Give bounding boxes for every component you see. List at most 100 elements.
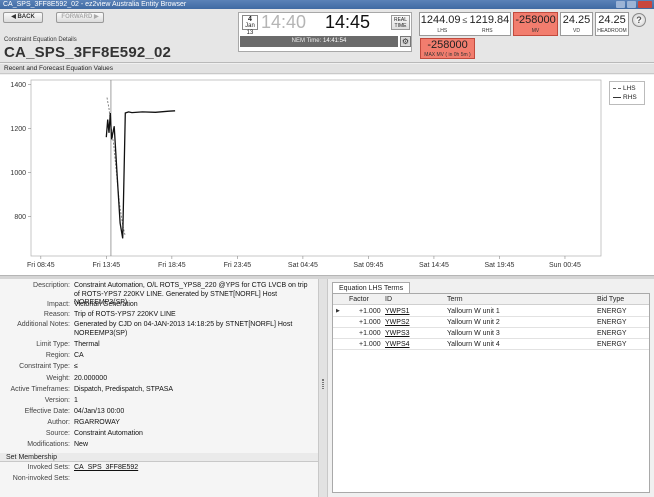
detail-value: CA xyxy=(74,352,84,359)
y-tick-label: 1400 xyxy=(10,82,26,89)
x-tick-label: Fri 08:45 xyxy=(27,262,55,269)
column-header-term[interactable]: Term xyxy=(447,294,463,305)
detail-label: Limit Type: xyxy=(36,341,70,348)
real-time-button[interactable]: REAL TIME xyxy=(391,15,410,30)
cell-bid-type: ENERGY xyxy=(597,319,627,326)
x-tick-label: Fri 13:45 xyxy=(93,262,121,269)
detail-row-description: Description: Constraint Automation, O/L … xyxy=(0,282,318,306)
y-tick-label: 1200 xyxy=(10,126,26,133)
vd-label: VD xyxy=(573,28,580,34)
cell-factor: +1.000 xyxy=(359,330,381,337)
detail-label: Invoked Sets: xyxy=(27,464,70,471)
x-tick-label: Sat 14:45 xyxy=(419,262,449,269)
x-tick-label: Fri 23:45 xyxy=(224,262,252,269)
legend-item-rhs: RHS xyxy=(613,93,641,102)
cell-id-link[interactable]: YWPS1 xyxy=(385,306,410,317)
table-row[interactable]: +1.000 YWPS3 Yallourn W unit 3 ENERGY xyxy=(333,328,649,339)
real-time-label-2: TIME xyxy=(394,23,407,29)
column-header-factor[interactable]: Factor xyxy=(349,294,369,305)
x-tick-label: Sat 09:45 xyxy=(353,262,383,269)
top-toolbar: ◀ BACK FORWARD ▶ Constraint Equation Det… xyxy=(0,9,654,63)
detail-label: Effective Date: xyxy=(24,408,70,415)
forward-button[interactable]: FORWARD ▶ xyxy=(56,12,104,23)
detail-label: Region: xyxy=(45,352,70,359)
back-button[interactable]: ◀ BACK xyxy=(3,12,43,23)
table-row[interactable]: +1.000 YWPS2 Yallourn W unit 2 ENERGY xyxy=(333,317,649,328)
cell-term: Yallourn W unit 2 xyxy=(447,319,500,326)
headroom-label: HEADROOM xyxy=(597,28,627,34)
detail-label: Source: xyxy=(45,430,70,437)
table-row[interactable]: +1.000 YWPS4 Yallourn W unit 4 ENERGY xyxy=(333,339,649,350)
invoked-set-link[interactable]: CA_SPS_3FF8E592 xyxy=(74,464,314,473)
detail-value: 04/Jan/13 00:00 xyxy=(74,408,125,415)
vd-metric: 24.25 VD xyxy=(560,12,593,36)
help-icon[interactable]: ? xyxy=(632,13,646,27)
legend-swatch-lhs xyxy=(613,88,621,89)
x-tick-label: Sun 00:45 xyxy=(549,262,581,269)
detail-label: Impact: xyxy=(47,301,70,308)
detail-value: Dispatch, Predispatch, STPASA xyxy=(74,386,174,393)
tab-equation-lhs-terms[interactable]: Equation LHS Terms xyxy=(332,282,411,293)
cell-factor: +1.000 xyxy=(359,319,381,326)
calendar-icon[interactable]: 4 Jan 13 xyxy=(242,15,258,36)
detail-value: Victorian Generation xyxy=(74,301,138,308)
y-tick-label: 1000 xyxy=(10,170,26,177)
max-mv-metric: -258000 MAX MV ( in 0h 5m ) xyxy=(420,38,475,59)
cell-bid-type: ENERGY xyxy=(597,341,627,348)
window-controls xyxy=(616,1,652,8)
column-header-bid-type[interactable]: Bid Type xyxy=(597,294,624,305)
detail-label: Description: xyxy=(33,282,70,289)
current-time: 14:45 xyxy=(325,12,371,32)
cell-factor: +1.000 xyxy=(359,341,381,348)
vertical-splitter[interactable] xyxy=(318,279,328,497)
y-tick-label: 800 xyxy=(14,214,26,221)
legend-item-lhs: LHS xyxy=(613,84,641,93)
nem-time-slider[interactable]: NEM Time: 14:41:54 xyxy=(240,36,398,47)
terms-table: Factor ID Term Bid Type ▶ +1.000 YWPS1 Y… xyxy=(332,293,650,493)
rhs-value: 1219.84 xyxy=(469,14,510,26)
close-icon[interactable] xyxy=(638,1,652,8)
headroom-metric: 24.25 HEADROOM xyxy=(595,12,629,36)
nem-time-label: NEM Time: xyxy=(291,38,322,44)
x-tick-label: Sat 19:45 xyxy=(484,262,514,269)
cell-id-link[interactable]: YWPS3 xyxy=(385,328,410,339)
cell-id-link[interactable]: YWPS4 xyxy=(385,339,410,350)
date-month: Jan 13 xyxy=(245,23,255,36)
window-title: CA_SPS_3FF8E592_02 - ez2view Australia E… xyxy=(3,1,187,8)
minimize-icon[interactable] xyxy=(616,1,625,8)
lhs-label: LHS xyxy=(437,28,448,34)
max-mv-label: MAX MV ( in 0h 5m ) xyxy=(424,52,471,58)
detail-row-notes: Additional Notes: Generated by CJD on 04… xyxy=(0,321,318,339)
cell-bid-type: ENERGY xyxy=(597,308,627,315)
lhs-value: 1244.09 xyxy=(420,14,461,26)
x-tick-label: Fri 18:45 xyxy=(158,262,186,269)
detail-label: Constraint Type: xyxy=(19,363,70,370)
window-titlebar: CA_SPS_3FF8E592_02 - ez2view Australia E… xyxy=(0,0,654,9)
detail-value: 20.000000 xyxy=(74,375,108,382)
headroom-value: 24.25 xyxy=(598,14,626,26)
detail-value: 1 xyxy=(74,397,78,404)
nem-time-value: 14:41:54 xyxy=(322,38,347,44)
detail-label: Weight: xyxy=(46,375,70,382)
table-row[interactable]: ▶ +1.000 YWPS1 Yallourn W unit 1 ENERGY xyxy=(333,306,649,317)
lhs-rhs-metric: 1244.09 ≤1219.84 LHS RHS xyxy=(419,12,511,36)
clock-panel: 4 Jan 13 14:40 14:45 REAL TIME NEM Time:… xyxy=(238,12,412,52)
detail-value: ≤ xyxy=(74,363,78,370)
splitter-grip-icon xyxy=(322,379,324,389)
detail-label: Author: xyxy=(47,419,70,426)
mv-metric: -258000 MV xyxy=(513,12,558,36)
x-tick-label: Sat 04:45 xyxy=(288,262,318,269)
detail-value: Thermal xyxy=(74,341,100,348)
cell-id-link[interactable]: YWPS2 xyxy=(385,317,410,328)
column-header-id[interactable]: ID xyxy=(385,294,392,305)
detail-value: Generated by CJD on 04-JAN-2013 14:18:25… xyxy=(74,321,293,337)
time-settings-icon[interactable]: ⚙ xyxy=(400,36,411,47)
detail-value: Trip of ROTS-YPS7 220KV LINE xyxy=(74,311,176,318)
chart-svg: 800 1000 1200 1400 Fri 08:45 Fri 13:45 Fri 18… xyxy=(10,79,602,269)
mv-label: MV xyxy=(531,28,540,34)
chart-legend: LHS RHS xyxy=(609,81,645,105)
detail-value: New xyxy=(74,441,89,448)
maximize-icon[interactable] xyxy=(627,1,636,8)
detail-label: Version: xyxy=(44,397,70,404)
equation-terms-panel: Equation LHS Terms Factor ID Term Bid Ty… xyxy=(328,279,654,497)
